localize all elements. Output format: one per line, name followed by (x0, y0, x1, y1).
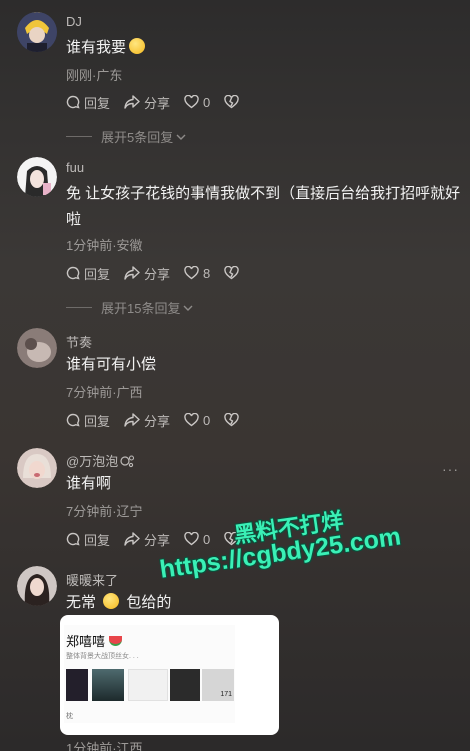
avatar[interactable] (17, 448, 57, 488)
comment-text: 谁有我要 (66, 35, 461, 61)
reply-label: 回复 (84, 413, 111, 429)
broken-heart-icon (224, 266, 239, 280)
comment-meta: 7分钟前·广西 (66, 385, 143, 400)
comment-username[interactable]: fuu (66, 160, 84, 175)
avatar[interactable] (17, 566, 57, 606)
avatar[interactable] (17, 12, 57, 52)
reply-icon (66, 95, 80, 109)
bubbles-icon (120, 454, 135, 467)
like-count: 8 (203, 265, 211, 281)
thumbnail: 171 (202, 669, 234, 701)
comment-meta: 1分钟前·江西 (66, 741, 143, 751)
thumbnail (170, 669, 200, 701)
comment-text: 谁有可有小偿 (66, 356, 157, 373)
comment-text-content: 谁有我要 (66, 39, 127, 56)
reply-label: 回复 (84, 266, 111, 282)
broken-heart-icon (224, 95, 239, 109)
broken-heart-icon (224, 413, 239, 427)
share-button[interactable]: 分享 (124, 530, 170, 549)
share-label: 分享 (144, 532, 171, 548)
comment-actions: 回复 分享 0 (66, 410, 257, 430)
card-subtitle: 整体背景大战顶丝女. . . (66, 653, 139, 660)
like-button[interactable]: 0 (184, 95, 210, 110)
reply-button[interactable]: 回复 (66, 411, 110, 430)
comment-meta: 1分钟前·安徽 (66, 238, 143, 253)
share-button[interactable]: 分享 (124, 411, 170, 430)
comment-username[interactable]: DJ (66, 14, 82, 29)
like-count: 0 (203, 412, 211, 428)
chevron-down-icon (183, 305, 193, 311)
heart-icon (184, 95, 199, 109)
expand-label: 展开5条回复 (101, 130, 174, 145)
avatar[interactable] (17, 157, 57, 197)
expand-label: 展开15条回复 (101, 301, 181, 316)
comment-username[interactable]: 暖暖来了 (66, 570, 118, 589)
comment-text: 谁有啊 (66, 475, 112, 492)
like-button[interactable]: 0 (184, 532, 210, 547)
heart-icon (184, 532, 199, 546)
divider-line (66, 307, 92, 308)
share-button[interactable]: 分享 (124, 93, 170, 112)
reply-icon (66, 532, 80, 546)
comment-text-content: 包给的 (126, 594, 172, 611)
divider-line (66, 136, 92, 137)
comment-meta: 7分钟前·辽宁 (66, 504, 143, 519)
reply-icon (66, 266, 80, 280)
reply-label: 回复 (84, 95, 111, 111)
thumbnail (92, 669, 124, 701)
comment-username[interactable]: 节奏 (66, 332, 92, 351)
share-icon (124, 413, 140, 427)
like-count: 0 (203, 531, 211, 547)
reply-button[interactable]: 回复 (66, 264, 110, 283)
thumbnail-badge: 171 (220, 691, 232, 698)
share-icon (124, 532, 140, 546)
watermelon-icon (108, 636, 122, 646)
comment-text: 免 让女孩子花钱的事情我做不到（直接后台给我打招呼就好啦 (66, 185, 461, 228)
chevron-down-icon (176, 134, 186, 140)
reply-label: 回复 (84, 532, 111, 548)
heart-icon (184, 266, 199, 280)
reply-button[interactable]: 回复 (66, 93, 110, 112)
dislike-button[interactable] (224, 95, 243, 109)
thumbnail (128, 669, 168, 701)
like-count: 0 (203, 94, 211, 110)
shared-image-card[interactable]: 郑嘻嘻 整体背景大战顶丝女. . . 171 枕 (60, 615, 279, 735)
dislike-button[interactable] (224, 413, 243, 427)
grin-emoji-icon (129, 38, 146, 54)
share-label: 分享 (144, 413, 171, 429)
dislike-button[interactable] (224, 266, 243, 280)
expand-replies[interactable]: 展开15条回复 (66, 298, 194, 317)
thumbnail (66, 669, 88, 701)
card-title: 郑嘻嘻 (66, 631, 122, 650)
share-icon (124, 266, 140, 280)
share-icon (124, 95, 140, 109)
username-text: @万泡泡 (66, 454, 119, 469)
comment-actions: 回复 分享 8 (66, 263, 257, 283)
avatar[interactable] (17, 328, 57, 368)
reply-button[interactable]: 回复 (66, 530, 110, 549)
reply-icon (66, 413, 80, 427)
like-button[interactable]: 8 (184, 266, 210, 281)
wink-tongue-emoji-icon (103, 593, 120, 609)
comment-text: 无常 包给的 (66, 590, 461, 616)
share-label: 分享 (144, 266, 171, 282)
heart-icon (184, 413, 199, 427)
comment-actions: 回复 分享 0 (66, 92, 257, 112)
share-button[interactable]: 分享 (124, 264, 170, 283)
share-label: 分享 (144, 95, 171, 111)
card-footer: 枕 (66, 713, 73, 720)
expand-replies[interactable]: 展开5条回复 (66, 127, 187, 146)
shared-image: 郑嘻嘻 整体背景大战顶丝女. . . 171 枕 (64, 625, 235, 723)
like-button[interactable]: 0 (184, 413, 210, 428)
comment-text-content: 无常 (66, 594, 97, 611)
comment-username[interactable]: @万泡泡 (66, 451, 135, 470)
comment-meta: 刚刚·广东 (66, 68, 123, 83)
card-title-text: 郑嘻嘻 (66, 634, 106, 649)
